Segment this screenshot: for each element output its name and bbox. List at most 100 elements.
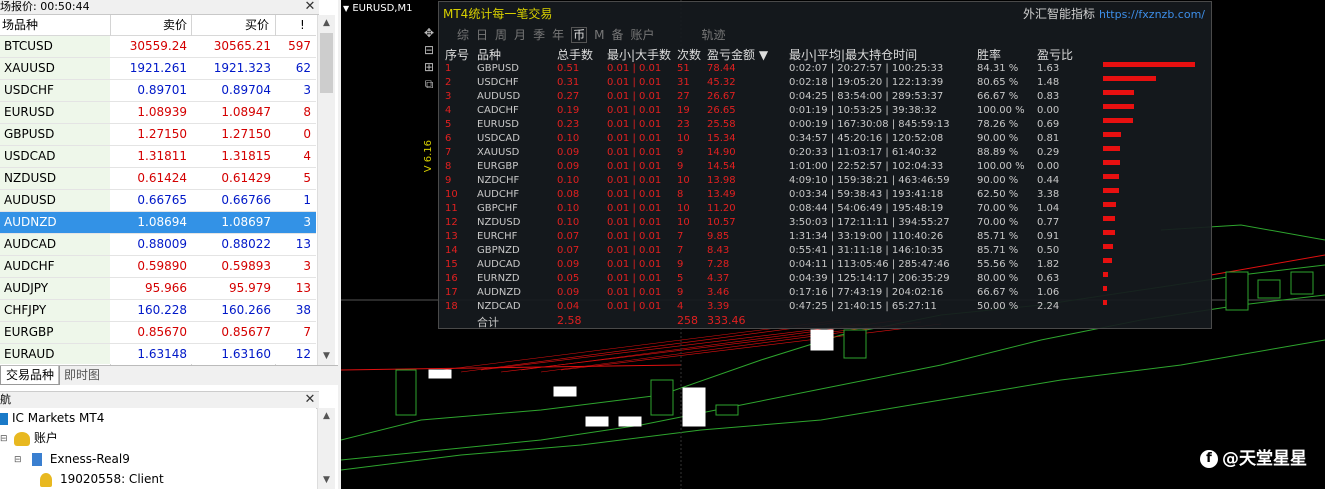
tree-item-accounts[interactable]: ⊟ 账户 xyxy=(0,428,58,448)
row-symbol: AUDJPY xyxy=(0,278,110,299)
cell-n: 1 xyxy=(445,63,452,74)
table-row[interactable]: 12 NZDUSD 0.10 0.01 | 0.01 10 10.57 3:50:03 | … xyxy=(439,216,1211,230)
restore-icon[interactable]: ⧉ xyxy=(421,77,437,94)
table-row[interactable]: BTCUSD 30559.24 30565.21 597 xyxy=(0,36,316,58)
column-header[interactable]: 盈亏金额 ▼ xyxy=(707,46,768,63)
expand-icon[interactable]: ⊟ xyxy=(14,450,28,470)
table-row[interactable]: AUDJPY 95.966 95.979 13 xyxy=(0,278,316,300)
table-row[interactable]: EURUSD 1.08939 1.08947 8 xyxy=(0,102,316,124)
column-header[interactable]: 序号 xyxy=(445,46,469,63)
cell-cnt: 4 xyxy=(677,301,684,312)
tree-item-broker[interactable]: IC Markets MT4 xyxy=(0,408,104,428)
table-row[interactable]: 4 CADCHF 0.19 0.01 | 0.01 19 26.65 0:01:19 | 1… xyxy=(439,104,1211,118)
table-row[interactable]: 10 AUDCHF 0.08 0.01 | 0.01 8 13.49 0:03:34 | 5… xyxy=(439,188,1211,202)
table-row[interactable]: 13 EURCHF 0.07 0.01 | 0.01 7 9.85 1:31:34 | 33… xyxy=(439,230,1211,244)
brand-link[interactable]: 外汇智能指标 https://fxznzb.com/ xyxy=(1023,5,1205,22)
scroll-down-icon[interactable]: ▼ xyxy=(318,472,335,489)
period-tab[interactable]: 备 xyxy=(611,28,623,42)
column-header[interactable]: 总手数 xyxy=(557,46,593,63)
tab-symbols[interactable]: 交易品种 xyxy=(0,366,61,385)
pnl-bar xyxy=(1103,76,1156,81)
cell-mm: 0.01 | 0.01 xyxy=(607,175,662,186)
table-row[interactable]: USDCHF 0.89701 0.89704 3 xyxy=(0,80,316,102)
table-row[interactable]: 14 GBPNZD 0.07 0.01 | 0.01 7 8.43 0:55:41 | 31… xyxy=(439,244,1211,258)
period-tab[interactable]: M xyxy=(594,28,604,42)
cell-ratio: 0.69 xyxy=(1037,119,1060,130)
row-bid: 1.08694 xyxy=(137,215,187,229)
table-row[interactable]: 11 GBPCHF 0.10 0.01 | 0.01 10 11.20 0:08:44 | … xyxy=(439,202,1211,216)
row-spread: 3 xyxy=(303,215,311,229)
column-header[interactable]: 最小|平均|最大持仓时间 xyxy=(789,46,917,63)
scrollbar[interactable]: ▲ ▼ xyxy=(317,408,335,489)
scroll-thumb[interactable] xyxy=(320,33,333,93)
period-tab[interactable]: 季 xyxy=(533,28,545,42)
period-tab[interactable]: 月 xyxy=(514,28,526,42)
tab-tick-chart[interactable]: 即时图 xyxy=(58,366,105,384)
pnl-bar xyxy=(1103,146,1120,151)
table-row[interactable]: 8 EURGBP 0.09 0.01 | 0.01 9 14.54 1:01:00 | 22… xyxy=(439,160,1211,174)
row-symbol: BTCUSD xyxy=(0,36,110,57)
table-row[interactable]: 7 XAUUSD 0.09 0.01 | 0.01 9 14.90 0:20:33 | 11… xyxy=(439,146,1211,160)
cell-n: 15 xyxy=(445,259,458,270)
pnl-bar xyxy=(1103,174,1119,179)
table-row[interactable]: AUDCHF 0.59890 0.59893 3 xyxy=(0,256,316,278)
column-header[interactable]: 次数 xyxy=(677,46,701,63)
col-bid[interactable]: 卖价 xyxy=(163,15,187,35)
close-icon[interactable]: ✕ xyxy=(303,0,317,14)
move-icon[interactable]: ✥ xyxy=(421,26,437,43)
cell-cnt: 8 xyxy=(677,189,684,200)
col-spread[interactable]: ! xyxy=(300,15,305,35)
scrollbar[interactable]: ▲ ▼ xyxy=(317,15,335,365)
column-header[interactable]: 胜率 xyxy=(977,46,1001,63)
add-icon[interactable]: ⊞ xyxy=(421,60,437,77)
tree-item-account[interactable]: 19020558: Client xyxy=(40,469,164,489)
column-header[interactable]: 盈亏比 xyxy=(1037,46,1073,63)
minimize-icon[interactable]: ⊟ xyxy=(421,43,437,60)
table-row[interactable]: 17 AUDNZD 0.09 0.01 | 0.01 9 3.46 0:17:16 | 77… xyxy=(439,286,1211,300)
table-row[interactable]: AUDCAD 0.88009 0.88022 13 xyxy=(0,234,316,256)
table-row[interactable]: EURAUD 1.63148 1.63160 12 xyxy=(0,344,316,364)
brand-url[interactable]: https://fxznzb.com/ xyxy=(1099,8,1205,21)
table-row[interactable]: NZDUSD 0.61424 0.61429 5 xyxy=(0,168,316,190)
table-row[interactable]: AUDNZD 1.08694 1.08697 3 xyxy=(0,212,316,234)
cell-win: 90.00 % xyxy=(977,133,1019,144)
track-button[interactable]: 轨迹 xyxy=(702,28,726,42)
period-tab[interactable]: 综 xyxy=(457,28,469,42)
table-row[interactable]: 2 USDCHF 0.31 0.01 | 0.01 31 45.32 0:02:18 | 1… xyxy=(439,76,1211,90)
table-row[interactable]: XAUUSD 1921.261 1921.323 62 xyxy=(0,58,316,80)
cell-sym: XAUUSD xyxy=(477,147,520,158)
table-row[interactable]: 3 AUDUSD 0.27 0.01 | 0.01 27 26.67 0:04:25 | 8… xyxy=(439,90,1211,104)
period-tab[interactable]: 日 xyxy=(476,28,488,42)
table-row[interactable]: 9 NZDCHF 0.10 0.01 | 0.01 10 13.98 4:09:10 | 1… xyxy=(439,174,1211,188)
tree-item-server[interactable]: ⊟ Exness-Real9 xyxy=(14,449,130,469)
table-row[interactable]: USDCAD 1.31811 1.31815 4 xyxy=(0,146,316,168)
scroll-down-icon[interactable]: ▼ xyxy=(318,348,335,365)
column-header[interactable]: 最小|大手数 xyxy=(607,46,671,63)
table-row[interactable]: GBPUSD 1.27150 1.27150 0 xyxy=(0,124,316,146)
table-row[interactable]: 6 USDCAD 0.10 0.01 | 0.01 10 15.34 0:34:57 | 4… xyxy=(439,132,1211,146)
scroll-up-icon[interactable]: ▲ xyxy=(318,15,335,32)
column-header[interactable]: 品种 xyxy=(477,46,501,63)
period-tab[interactable]: 账户 xyxy=(630,28,654,42)
table-row[interactable]: EURGBP 0.85670 0.85677 7 xyxy=(0,322,316,344)
stats-panel: MT4统计每一笔交易 外汇智能指标 https://fxznzb.com/ 综日周… xyxy=(438,1,1212,329)
close-icon[interactable]: ✕ xyxy=(303,393,317,407)
table-row[interactable]: CHFJPY 160.228 160.266 38 xyxy=(0,300,316,322)
cell-hold: 1:01:00 | 22:52:57 | 102:04:33 xyxy=(789,161,944,172)
scroll-up-icon[interactable]: ▲ xyxy=(318,408,335,425)
table-row[interactable]: 18 NZDCAD 0.04 0.01 | 0.01 4 3.39 0:47:25 | 21… xyxy=(439,300,1211,314)
table-row[interactable]: 1 GBPUSD 0.51 0.01 | 0.01 51 78.44 0:02:07 | 2… xyxy=(439,62,1211,76)
cell-pnl: 14.90 xyxy=(707,147,736,158)
table-row[interactable]: 5 EURUSD 0.23 0.01 | 0.01 23 25.58 0:00:19 | 1… xyxy=(439,118,1211,132)
expand-icon[interactable]: ⊟ xyxy=(0,429,10,449)
table-row[interactable]: AUDUSD 0.66765 0.66766 1 xyxy=(0,190,316,212)
table-row[interactable]: 15 AUDCAD 0.09 0.01 | 0.01 9 7.28 0:04:11 | 11… xyxy=(439,258,1211,272)
table-row[interactable]: 16 EURNZD 0.05 0.01 | 0.01 5 4.37 0:04:39 | 12… xyxy=(439,272,1211,286)
period-tab[interactable]: 年 xyxy=(552,28,564,42)
col-symbol[interactable]: 场品种 xyxy=(2,15,38,35)
chart-window[interactable]: ▼ EURUSD,M1 ✥ ⊟ ⊞ ⧉ V 6.16 MT4统计每一笔交易 外汇… xyxy=(341,0,1325,489)
period-tab[interactable]: 周 xyxy=(495,28,507,42)
period-tab[interactable]: 币 xyxy=(571,27,588,43)
col-ask[interactable]: 买价 xyxy=(245,15,269,35)
cell-win: 70.00 % xyxy=(977,203,1019,214)
